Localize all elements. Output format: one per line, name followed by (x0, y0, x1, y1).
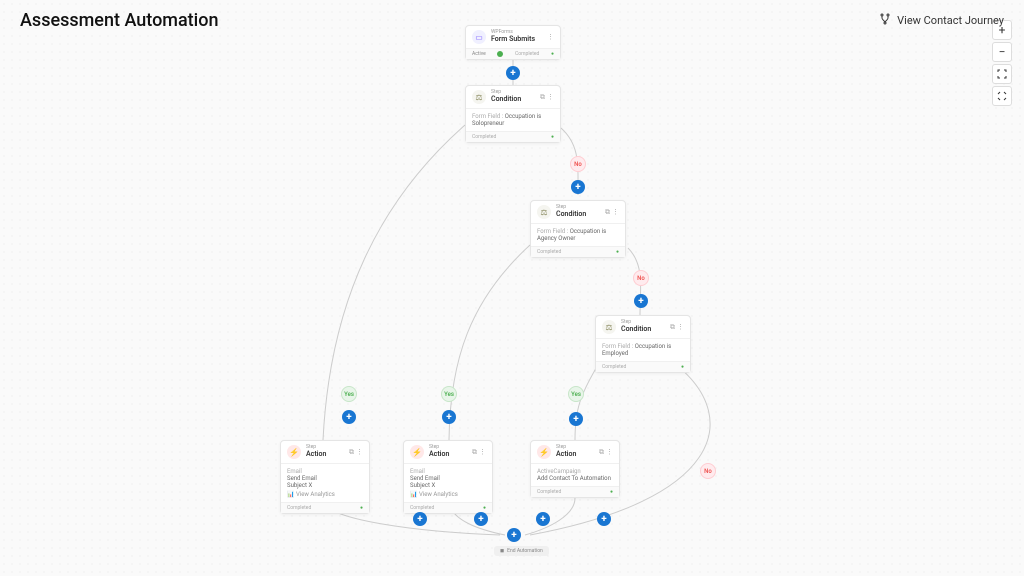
kebab-icon[interactable]: ⋮ (356, 448, 363, 457)
view-contact-journey-button[interactable]: View Contact Journey (879, 13, 1004, 28)
kebab-icon[interactable]: ⋮ (677, 323, 684, 332)
add-step-button[interactable]: + (507, 528, 521, 542)
automation-canvas[interactable]: ▭ WPForms Form Submits ⋮ Active Complete… (0, 0, 1024, 576)
stop-icon: ◼ (500, 548, 504, 554)
action2-title: Action (429, 451, 449, 459)
yes-badge: Yes (568, 386, 584, 402)
condition-node-2[interactable]: ⚖ Step Condition ⧉⋮ Form Field : Occupat… (530, 200, 626, 258)
trigger-status: Active (472, 51, 486, 57)
bolt-icon: ⚡ (287, 445, 301, 459)
copy-icon[interactable]: ⧉ (599, 448, 604, 457)
add-step-button[interactable]: + (342, 410, 356, 424)
action2-label: Email (410, 468, 486, 475)
action2-line2: Subject X (410, 482, 486, 489)
cond3-footer: Completed (602, 364, 626, 370)
condition-node-3[interactable]: ⚖ Step Condition ⧉⋮ Form Field : Occupat… (595, 315, 691, 373)
cond2-label: Form Field : (537, 228, 568, 235)
action1-line1: Send Email (287, 475, 363, 482)
action3-footer: Completed (537, 489, 561, 495)
add-step-button[interactable]: + (474, 512, 488, 526)
scale-icon: ⚖ (537, 205, 551, 219)
copy-icon[interactable]: ⧉ (670, 323, 675, 332)
action3-title: Action (556, 451, 576, 459)
action2-analytics[interactable]: View Analytics (419, 491, 458, 498)
action1-analytics[interactable]: View Analytics (296, 491, 335, 498)
page-title: Assessment Automation (20, 10, 219, 31)
trigger-completed: Completed (515, 51, 539, 57)
end-node[interactable]: ◼ End Automation (494, 546, 549, 556)
add-step-button[interactable]: + (413, 512, 427, 526)
add-step-button[interactable]: + (634, 294, 648, 308)
status-dot (497, 51, 503, 57)
cond1-label: Form Field : (472, 113, 503, 120)
action-node-1[interactable]: ⚡ Step Action ⧉⋮ Email Send Email Subjec… (280, 440, 370, 514)
yes-badge: Yes (441, 386, 457, 402)
action2-line1: Send Email (410, 475, 486, 482)
add-step-button[interactable]: + (571, 180, 585, 194)
copy-icon[interactable]: ⧉ (349, 448, 354, 457)
copy-icon[interactable]: ⧉ (540, 93, 545, 102)
bolt-icon: ⚡ (537, 445, 551, 459)
copy-icon[interactable]: ⧉ (472, 448, 477, 457)
cond2-title: Condition (556, 211, 586, 219)
add-step-button[interactable]: + (536, 512, 550, 526)
branch-icon (879, 13, 891, 28)
action1-footer: Completed (287, 505, 311, 511)
action-node-2[interactable]: ⚡ Step Action ⧉⋮ Email Send Email Subjec… (403, 440, 493, 514)
bolt-icon: ⚡ (410, 445, 424, 459)
journey-button-label: View Contact Journey (897, 14, 1004, 27)
kebab-icon[interactable]: ⋮ (479, 448, 486, 457)
action3-line1: Add Contact To Automation (537, 475, 613, 482)
kebab-icon[interactable]: ⋮ (547, 93, 554, 102)
cond3-label: Form Field : (602, 343, 633, 350)
add-step-button[interactable]: + (442, 410, 456, 424)
add-step-button[interactable]: + (569, 412, 583, 426)
action1-title: Action (306, 451, 326, 459)
no-badge: No (570, 156, 586, 172)
scale-icon: ⚖ (472, 90, 486, 104)
kebab-icon[interactable]: ⋮ (612, 208, 619, 217)
action-node-3[interactable]: ⚡ Step Action ⧉⋮ ActiveCampaign Add Cont… (530, 440, 620, 498)
cond1-footer: Completed (472, 134, 496, 140)
action2-footer: Completed (410, 505, 434, 511)
add-step-button[interactable]: + (506, 66, 520, 80)
cond2-footer: Completed (537, 249, 561, 255)
yes-badge: Yes (341, 386, 357, 402)
scale-icon: ⚖ (602, 320, 616, 334)
action3-label: ActiveCampaign (537, 468, 613, 475)
kebab-icon[interactable]: ⋮ (606, 448, 613, 457)
condition-node-1[interactable]: ⚖ Step Condition ⧉⋮ Form Field : Occupat… (465, 85, 561, 143)
action1-label: Email (287, 468, 363, 475)
cond3-title: Condition (621, 326, 651, 334)
no-badge: No (700, 463, 716, 479)
no-badge: No (633, 270, 649, 286)
end-label: End Automation (507, 548, 543, 554)
copy-icon[interactable]: ⧉ (605, 208, 610, 217)
action1-line2: Subject X (287, 482, 363, 489)
add-step-button[interactable]: + (597, 512, 611, 526)
cond1-title: Condition (491, 96, 521, 104)
